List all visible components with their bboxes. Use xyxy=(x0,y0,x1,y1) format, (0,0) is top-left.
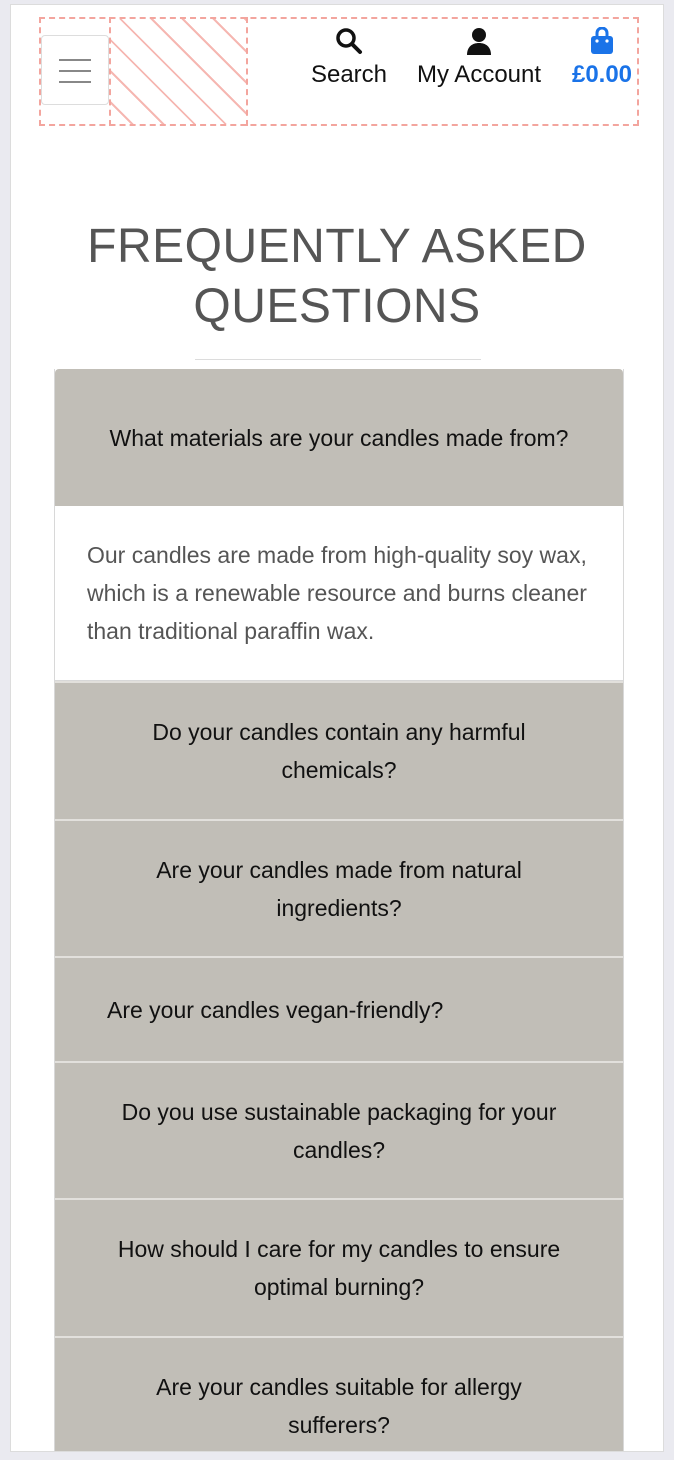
cart-total: £0.00 xyxy=(571,61,633,88)
faq-question[interactable]: Are your candles suitable for allergy su… xyxy=(55,1336,623,1451)
shopping-bag-icon xyxy=(591,27,613,54)
faq-question[interactable]: How should I care for my candles to ensu… xyxy=(55,1198,623,1336)
faq-answer: Our candles are made from high-quality s… xyxy=(55,506,623,681)
page-title: FREQUENTLY ASKED QUESTIONS xyxy=(11,217,663,337)
hamburger-icon xyxy=(59,59,91,61)
my-account-link[interactable]: My Account xyxy=(411,27,547,89)
menu-toggle-button[interactable] xyxy=(41,35,109,105)
logo-placeholder[interactable] xyxy=(111,19,246,124)
cart-link[interactable]: £0.00 xyxy=(567,27,637,89)
faq-question[interactable]: Are your candles made from natural ingre… xyxy=(55,819,623,956)
search-link[interactable]: Search xyxy=(309,27,389,89)
faq-accordion: What materials are your candles made fro… xyxy=(54,369,624,1451)
search-icon xyxy=(336,28,362,54)
title-divider xyxy=(195,359,481,360)
faq-question[interactable]: Do your candles contain any harmful chem… xyxy=(55,681,623,819)
user-icon xyxy=(467,28,491,55)
page: Search My Account £0.00 FREQUENTLY ASKED… xyxy=(10,4,664,1452)
header-divider xyxy=(246,17,248,126)
page-title-line: FREQUENTLY ASKED xyxy=(87,220,587,273)
faq-question[interactable]: What materials are your candles made fro… xyxy=(55,369,623,506)
hamburger-icon xyxy=(59,70,91,72)
faq-question[interactable]: Are your candles vegan-friendly? xyxy=(55,956,623,1061)
page-title-line: QUESTIONS xyxy=(193,280,481,333)
faq-question[interactable]: Do you use sustainable packaging for you… xyxy=(55,1061,623,1198)
search-label: Search xyxy=(310,61,388,88)
hamburger-icon xyxy=(59,81,91,83)
my-account-label: My Account xyxy=(416,61,542,88)
